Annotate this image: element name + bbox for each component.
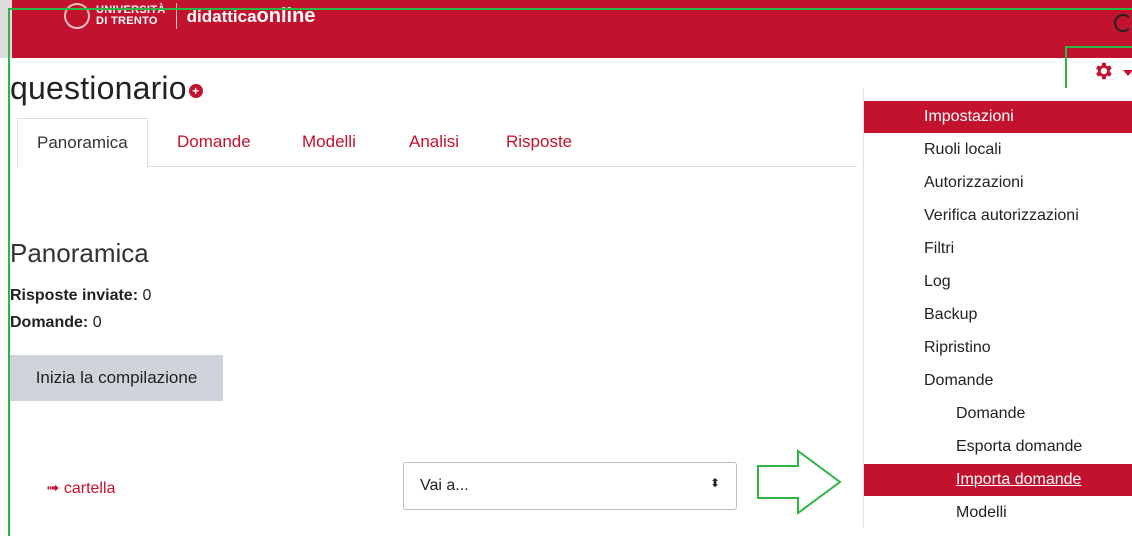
select-arrows-icon: ⬍ [709,476,720,490]
tab-panoramica[interactable]: Panoramica [17,118,148,168]
add-icon[interactable]: + [188,83,203,98]
annotation-arrow-icon [757,449,842,515]
drawer-toggle[interactable] [0,0,12,58]
gear-icon[interactable] [1092,60,1114,82]
questions-stat: Domande: 0 [10,314,102,331]
start-survey-button[interactable]: Inizia la compilazione [10,355,223,401]
chevron-down-icon[interactable] [1123,70,1132,76]
submenu-item-importa-domande[interactable]: Importa domande [864,464,1132,496]
search-icon[interactable] [1114,14,1132,32]
menu-item-impostazioni[interactable]: Impostazioni [864,101,1132,133]
menu-item-verifica-autorizzazioni[interactable]: Verifica autorizzazioni [864,200,1132,232]
submenu-item-modelli[interactable]: Modelli [864,497,1132,529]
tab-domande[interactable]: Domande [177,118,251,166]
menu-item-autorizzazioni[interactable]: Autorizzazioni [864,167,1132,199]
arrow-left-icon: ➟ [46,480,60,497]
submenu-item-esporta-domande[interactable]: Esporta domande [864,431,1132,463]
section-heading: Panoramica [10,238,149,268]
submenu-item-domande[interactable]: Domande [864,398,1132,430]
tab-risposte[interactable]: Risposte [506,118,572,166]
menu-item-log[interactable]: Log [864,266,1132,298]
tab-analisi[interactable]: Analisi [409,118,459,166]
logo-university-text: UNIVERSITÀ DI TRENTO [96,4,166,27]
menu-item-ruoli-locali[interactable]: Ruoli locali [864,134,1132,166]
logo-divider [175,3,177,29]
settings-dropdown-menu: Impostazioni Ruoli locali Autorizzazioni… [863,88,1132,528]
site-logo[interactable]: UNIVERSITÀ DI TRENTO didatticaonline [64,0,315,36]
prev-activity-link[interactable]: ➟ cartella [46,478,115,498]
page-title: questionario + [10,70,203,107]
menu-item-ripristino[interactable]: Ripristino [864,332,1132,364]
university-seal-icon [64,3,90,29]
tab-bar: Panoramica Domande Modelli Analisi Rispo… [17,118,857,168]
jump-to-select[interactable]: Vai a... ⬍ [403,462,737,510]
logo-brand: didatticaonline [186,4,316,27]
responses-stat: Risposte inviate: 0 [10,287,152,304]
menu-item-filtri[interactable]: Filtri [864,233,1132,265]
menu-item-backup[interactable]: Backup [864,299,1132,331]
menu-item-domande[interactable]: Domande [864,365,1132,397]
tab-modelli[interactable]: Modelli [302,118,356,166]
